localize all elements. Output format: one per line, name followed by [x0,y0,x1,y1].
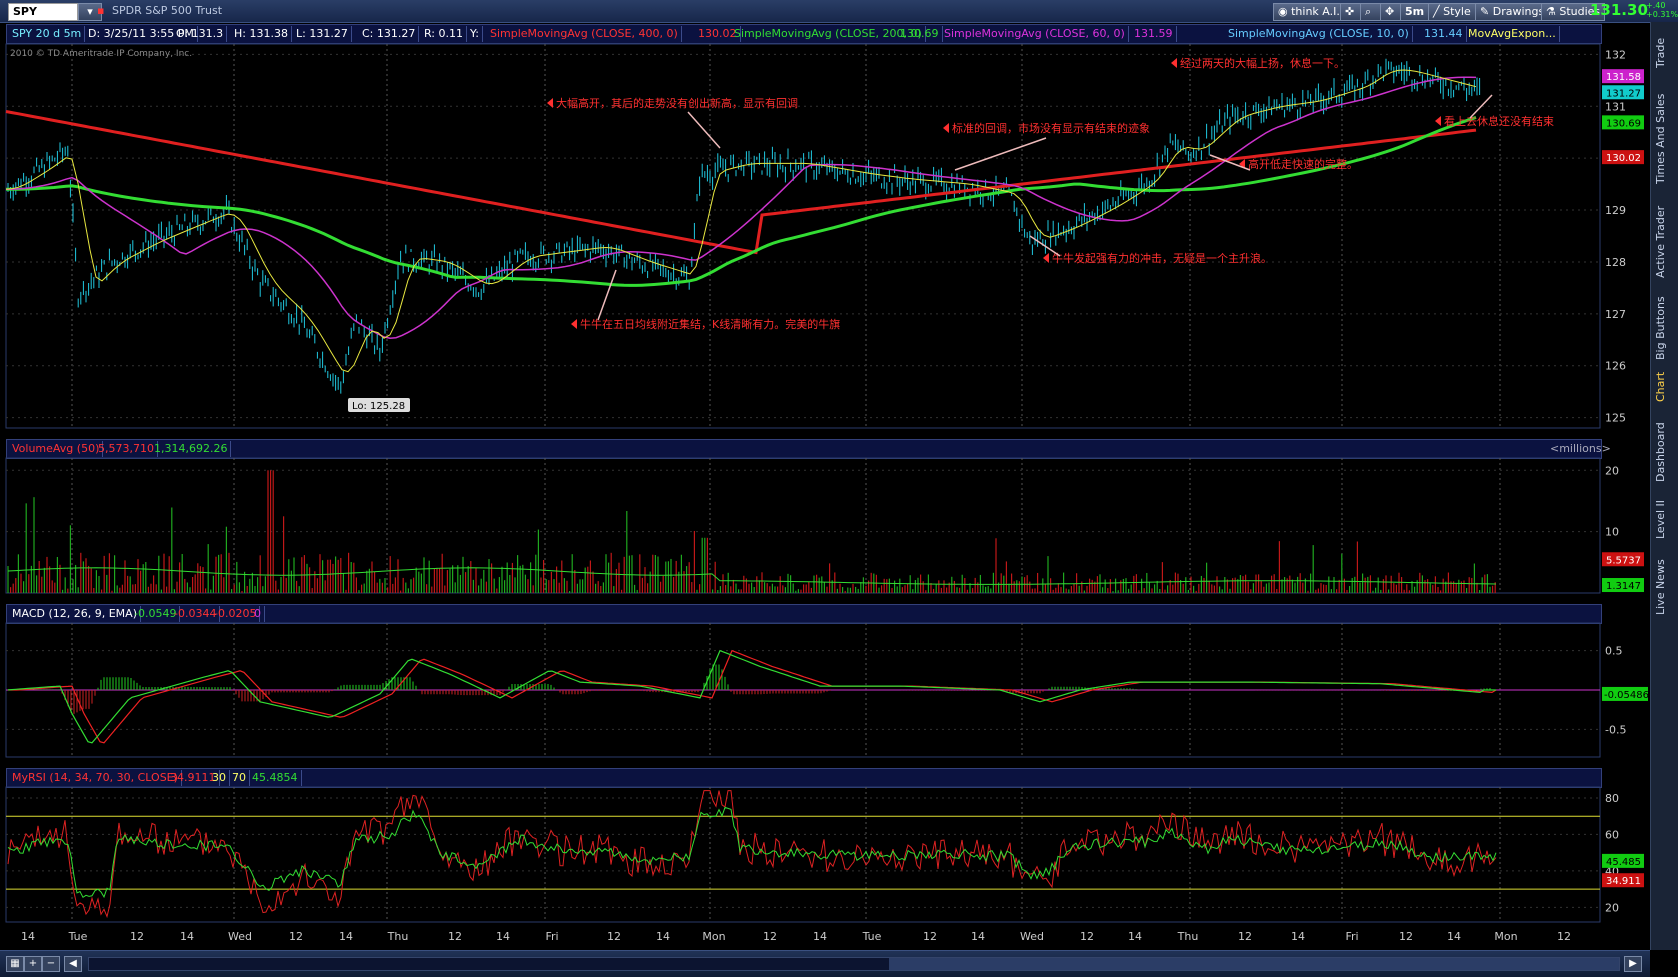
price-change: +.40 +0.31% [1646,1,1678,19]
x-axis-label: Fri [545,930,558,943]
x-axis-label: 12 [130,930,144,943]
x-axis-label: Thu [1177,930,1199,943]
chart-canvas[interactable]: 14 Tue 12 14 Wed 12 14 Thu 12 14 Fri 12 14 Mon 12 14 Tue… [0,0,1650,950]
x-axis-label: 12 [763,930,777,943]
x-axis-label: Tue [862,930,882,943]
change-value: +.40 [1646,1,1666,10]
side-tab-dashboard[interactable]: Dashboard [1654,417,1676,487]
annotation-text: 牛牛发起强有力的冲击，无疑是一个主升浪。 [1052,251,1272,265]
volume-label: 5.5737 [1606,555,1641,566]
x-axis-label: 12 [1080,930,1094,943]
rsi-fast-line [7,790,1497,919]
y-axis-label: 0.5 [1605,645,1623,658]
x-axis-label: Thu [387,930,409,943]
side-tab-live-news[interactable]: Live News [1654,552,1676,622]
volume-label: 1.3147 [1606,581,1641,592]
rsi-pane-frame [5,786,1601,923]
annotation-text: 看上去休息还没有结束 [1444,114,1554,128]
price-label: 131.58 [1606,72,1641,83]
y-axis-label: -0.5 [1605,723,1626,736]
annotation-arrow [571,319,577,329]
bottom-scrollbar-bar: ▦ + − ◀ ▶ [0,950,1650,977]
annotation-arrow [1435,116,1441,126]
copyright-text: 2010 © TD Ameritrade IP Company, Inc. [10,49,192,59]
y-axis-label: 10 [1605,526,1619,539]
y-axis-label: 126 [1605,360,1626,373]
annotation-leader [687,111,721,149]
annotation-leader [597,269,617,321]
annotation-leader [954,137,1047,171]
volume-avg-line [7,567,1497,585]
y-axis-label: 128 [1605,256,1626,269]
y-axis-label: 127 [1605,308,1626,321]
side-tab-big-buttons[interactable]: Big Buttons [1654,292,1676,364]
x-axis-label: 12 [289,930,303,943]
side-tab-strip: Trade Times And Sales Active Trader Big But… [1650,22,1678,950]
y-axis-label: 60 [1605,828,1619,841]
y-axis-label: 20 [1605,901,1619,914]
side-tab-level-ii[interactable]: Level II [1654,492,1676,547]
zoom-in-icon[interactable]: + [24,956,42,972]
x-axis-label: Fri [1345,930,1358,943]
low-label: Lo: 125.28 [352,401,405,412]
x-axis-label: 14 [813,930,827,943]
side-tab-times-and-sales[interactable]: Times And Sales [1654,84,1676,194]
x-axis-label: 12 [1238,930,1252,943]
x-axis-label: 14 [971,930,985,943]
x-axis-label: 14 [1447,930,1461,943]
price-label: 130.69 [1606,118,1641,129]
x-axis-label: Wed [228,930,252,943]
side-tab-chart[interactable]: Chart [1654,367,1676,407]
scrollbar-thumb[interactable] [889,958,1619,970]
rsi-slow-line [7,806,1497,899]
x-axis-label: Mon [702,930,725,943]
horizontal-scrollbar[interactable] [88,957,1620,971]
x-axis-label: 14 [1128,930,1142,943]
annotation-text: 高开低走快速的完整。 [1248,157,1358,171]
side-tab-trade[interactable]: Trade [1654,28,1676,78]
rsi-label: 45.485 [1606,857,1641,868]
price-label: 131.27 [1606,88,1641,99]
x-axis-label: Tue [68,930,88,943]
x-axis-label: 12 [1399,930,1413,943]
x-axis-label: Mon [1494,930,1517,943]
x-axis-label: 14 [21,930,35,943]
scroll-right-icon[interactable]: ▶ [1624,956,1642,972]
y-axis-label: 20 [1605,464,1619,477]
x-axis-label: 12 [607,930,621,943]
x-axis-label: 14 [1291,930,1305,943]
y-axis-label: 129 [1605,204,1626,217]
annotation-arrow [943,123,949,133]
x-axis-label: 12 [448,930,462,943]
y-axis-label: 80 [1605,792,1619,805]
x-axis-label: 14 [656,930,670,943]
zoom-out-icon[interactable]: − [42,956,60,972]
annotation-text: 标准的回调，市场没有显示有结束的迹象 [952,121,1150,135]
x-axis-label: 14 [180,930,194,943]
x-axis-label: 14 [339,930,353,943]
y-axis-label: 132 [1605,48,1626,61]
side-tab-active-trader[interactable]: Active Trader [1654,202,1676,282]
change-percent: +0.31% [1646,10,1678,19]
annotation-text: 大幅高开，其后的走势没有创出新高，显示有回调 [556,96,798,110]
rsi-label: 34.911 [1606,876,1641,887]
annotation-arrow [1171,58,1177,68]
y-axis-label: 131 [1605,100,1626,113]
annotation-text: 牛牛在五日均线附近集结，K线清晰有力。完美的牛旗 [580,317,840,331]
annotation-text: 经过两天的大幅上扬，休息一下。 [1180,56,1345,70]
x-axis-label: 12 [923,930,937,943]
x-axis-label: Wed [1020,930,1044,943]
x-axis-label: 12 [1557,930,1571,943]
macd-label: -0.05486 [1604,690,1649,701]
price-label: 130.02 [1606,153,1641,164]
x-axis-label: 14 [496,930,510,943]
grid-layout-icon[interactable]: ▦ [6,956,24,972]
scroll-left-icon[interactable]: ◀ [64,956,82,972]
y-axis-label: 125 [1605,412,1626,425]
